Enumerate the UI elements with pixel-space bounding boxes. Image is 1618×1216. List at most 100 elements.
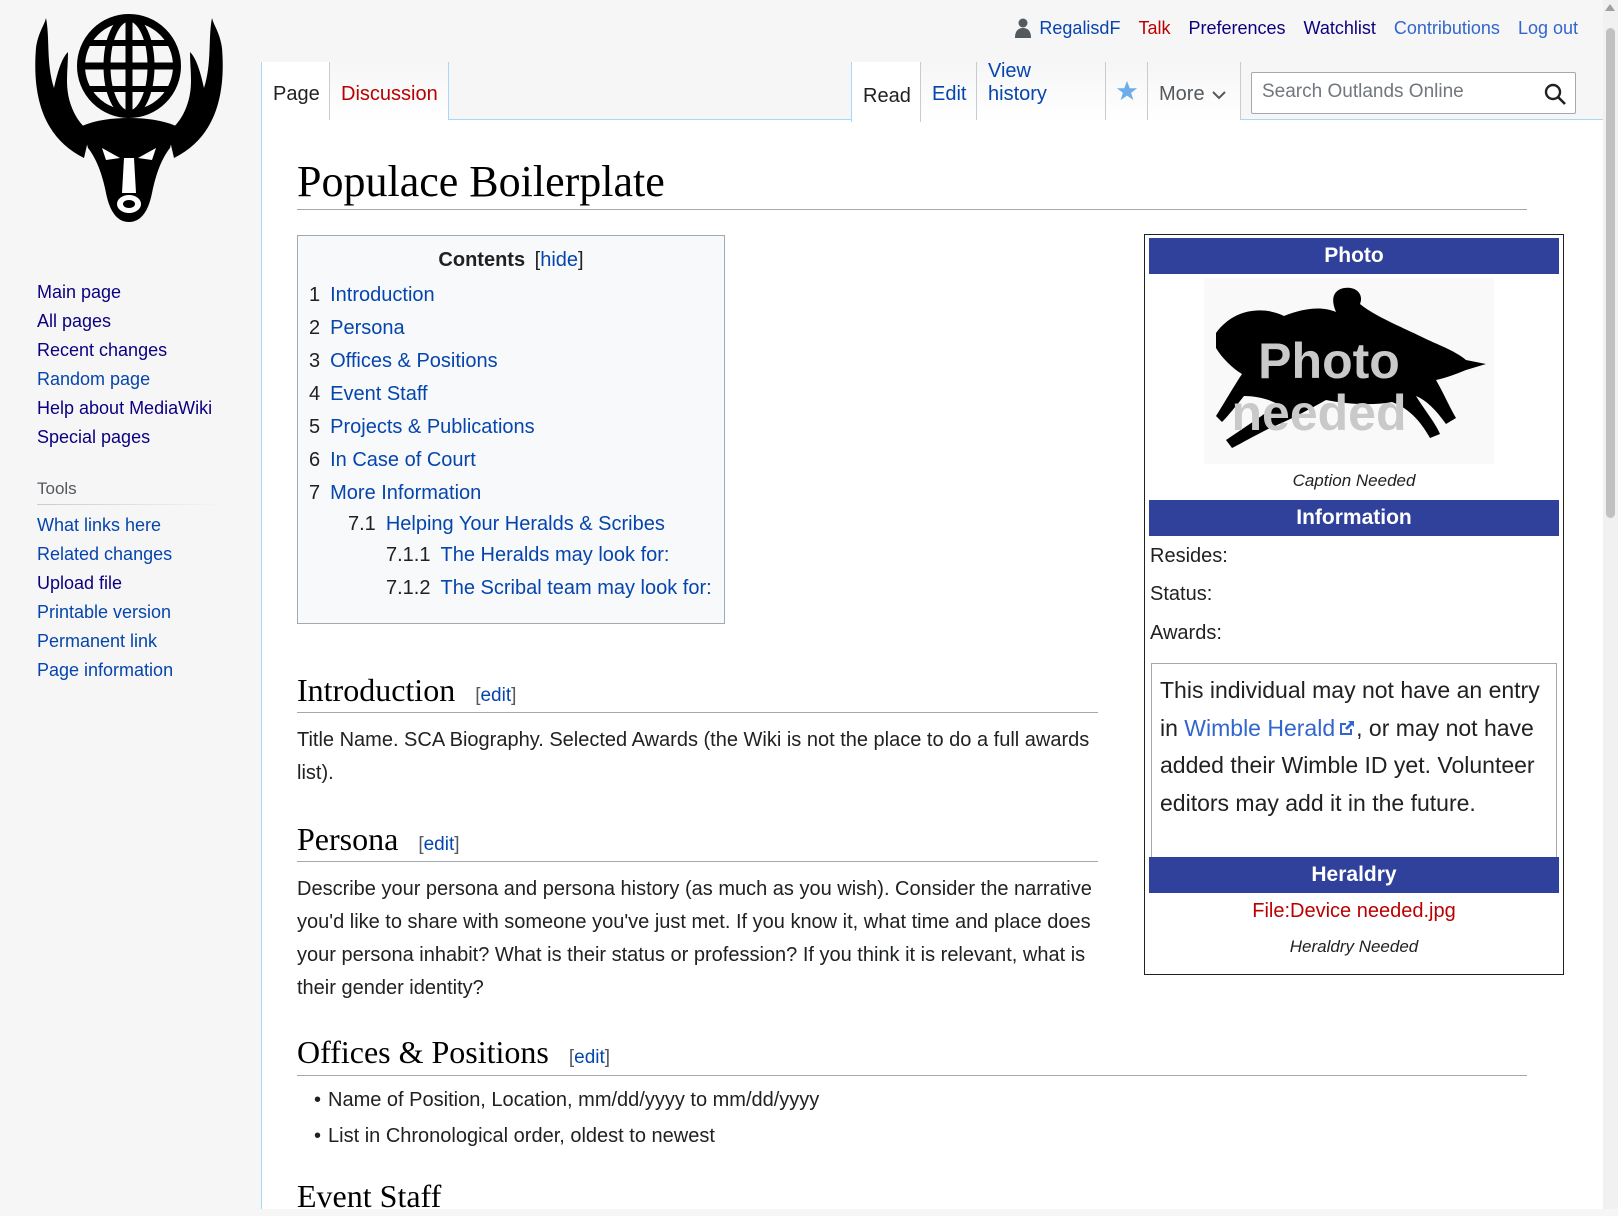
tab-edit[interactable]: Edit (921, 62, 977, 120)
sidebar-item-help[interactable]: Help about MediaWiki (37, 394, 237, 423)
toc-item-label: More Information (330, 482, 482, 504)
tab-view-history[interactable]: View history (977, 60, 1106, 120)
edit-section-link[interactable]: [edit] (475, 685, 516, 706)
edit-label: edit (423, 834, 455, 855)
star-icon (1116, 80, 1138, 101)
sidebar-item-upload-file[interactable]: Upload file (37, 569, 237, 598)
sidebar-item-recent-changes[interactable]: Recent changes (37, 336, 237, 365)
awards-label: Awards: (1150, 622, 1222, 644)
sidebar-item-random-page[interactable]: Random page (37, 365, 237, 394)
contributions-link[interactable]: Contributions (1394, 18, 1500, 39)
watchlist-link[interactable]: Watchlist (1304, 18, 1376, 39)
sidebar-item-page-information[interactable]: Page information (37, 656, 237, 685)
toc-item[interactable]: 7.1 Helping Your Heralds & Scribes (348, 513, 665, 536)
horse-rider-silhouette-icon: Photo needed (1216, 287, 1486, 448)
infobox-information-heading: Information (1149, 500, 1559, 536)
tab-read[interactable]: Read (851, 62, 921, 122)
infobox-heraldry-heading: Heraldry (1149, 857, 1559, 893)
toc-item-label: The Scribal team may look for: (440, 577, 712, 599)
section-heading-persona: Persona [edit] (297, 819, 460, 865)
sidebar-item-permanent-link[interactable]: Permanent link (37, 627, 237, 656)
sidebar-item-special-pages[interactable]: Special pages (37, 423, 237, 452)
toc-item-number: 5 (309, 416, 321, 438)
scrollbar-thumb[interactable] (1606, 28, 1615, 518)
toc-title: Contents (438, 249, 526, 271)
toc-toggle-close: ] (578, 249, 584, 271)
heraldry-file-link[interactable]: File:Device needed.jpg (1149, 900, 1559, 923)
resides-label: Resides: (1150, 545, 1228, 567)
toc-item[interactable]: 5 Projects & Publications (309, 416, 535, 439)
persona-text: Describe your persona and persona histor… (297, 878, 1092, 999)
sidebar-item-printable-version[interactable]: Printable version (37, 598, 237, 627)
toc-item-label: In Case of Court (330, 449, 476, 471)
toc-item[interactable]: 6 In Case of Court (309, 449, 476, 472)
tab-page[interactable]: Page (261, 62, 330, 120)
logout-link[interactable]: Log out (1518, 18, 1578, 39)
talk-link[interactable]: Talk (1138, 18, 1170, 39)
preferences-link[interactable]: Preferences (1188, 18, 1285, 39)
search-icon (1544, 83, 1566, 105)
search-box (1251, 72, 1576, 114)
site-logo[interactable] (24, 8, 234, 233)
content-area: Populace Boilerplate Contents [hide] 1 In… (261, 119, 1618, 1214)
section-divider (297, 861, 1098, 862)
edit-section-link[interactable]: [edit] (418, 834, 459, 855)
list-item: Name of Position, Location, mm/dd/yyyy t… (314, 1082, 819, 1118)
toc-item-label: Projects & Publications (330, 416, 535, 438)
sidebar-item-main-page[interactable]: Main page (37, 278, 237, 307)
personal-tools: RegalisdF Talk Preferences Watchlist Con… (997, 16, 1578, 40)
tab-discussion[interactable]: Discussion (330, 62, 449, 120)
edit-section-link[interactable]: [edit] (569, 1047, 610, 1068)
toc-item[interactable]: 7.1.1 The Heralds may look for: (386, 544, 669, 567)
toc-item-label: Persona (330, 317, 405, 339)
edit-label: edit (574, 1047, 605, 1068)
offices-list: Name of Position, Location, mm/dd/yyyy t… (314, 1082, 819, 1154)
scrollbar[interactable] (1603, 0, 1618, 1209)
sidebar: Main page All pages Recent changes Rando… (37, 278, 237, 685)
toc-heading: Contents [hide] (298, 249, 724, 272)
section-title: Offices & Positions (297, 1034, 549, 1070)
toc-item-number: 3 (309, 350, 321, 372)
toc-item-label: The Heralds may look for: (440, 544, 670, 566)
heraldry-caption: Heraldry Needed (1289, 937, 1419, 956)
toc-item[interactable]: 7 More Information (309, 482, 481, 505)
toc-item[interactable]: 2 Persona (309, 317, 405, 340)
search-button[interactable] (1543, 82, 1567, 111)
edit-bracket: ] (454, 834, 460, 855)
search-input[interactable] (1252, 73, 1532, 111)
toc-item[interactable]: 4 Event Staff (309, 383, 428, 406)
infobox: Photo Photo needed Caption Needed Inform… (1144, 234, 1564, 975)
watch-star-button[interactable] (1106, 62, 1148, 120)
section-heading-offices: Offices & Positions [edit] (297, 1032, 610, 1078)
username-label: RegalisdF (1039, 17, 1121, 38)
stag-globe-logo-icon (35, 14, 223, 222)
toc-item[interactable]: 7.1.2 The Scribal team may look for: (386, 577, 712, 600)
toc-hide-link[interactable]: hide (540, 249, 578, 271)
introduction-text: Title Name. SCA Biography. Selected Awar… (297, 729, 1090, 784)
toc-item-label: Introduction (330, 284, 435, 306)
scroll-up-arrow-icon[interactable] (1605, 4, 1615, 11)
section-title: Persona (297, 821, 399, 857)
toc-item-label: Helping Your Heralds & Scribes (385, 513, 665, 535)
edit-bracket: ] (604, 1047, 611, 1068)
toc-item-number: 7.1.2 (386, 577, 431, 599)
wimble-herald-link[interactable]: Wimble Herald (1184, 715, 1356, 741)
sidebar-item-related-changes[interactable]: Related changes (37, 540, 237, 569)
more-menu[interactable]: More (1148, 62, 1241, 120)
photo-placeholder-image[interactable]: Photo needed (1204, 278, 1494, 464)
section-heading-introduction: Introduction [edit] (297, 670, 516, 716)
user-link[interactable]: RegalisdF (1015, 18, 1120, 39)
toc-item[interactable]: 1 Introduction (309, 284, 435, 307)
sidebar-item-what-links-here[interactable]: What links here (37, 511, 237, 540)
section-title: Introduction (297, 672, 456, 708)
toc-item-label: Event Staff (330, 383, 428, 405)
table-of-contents: Contents [hide] 1 Introduction 2 Persona 3… (297, 235, 725, 624)
sidebar-item-all-pages[interactable]: All pages (37, 307, 237, 336)
section-divider (297, 1075, 1527, 1076)
toc-item-number: 7.1 (348, 513, 376, 535)
section-divider (297, 712, 1098, 713)
toc-item[interactable]: 3 Offices & Positions (309, 350, 498, 373)
photo-caption: Caption Needed (1292, 471, 1416, 490)
awards-note: This individual may not have an entry in… (1151, 663, 1557, 869)
section-heading-event-staff: Event Staff (297, 1178, 442, 1214)
